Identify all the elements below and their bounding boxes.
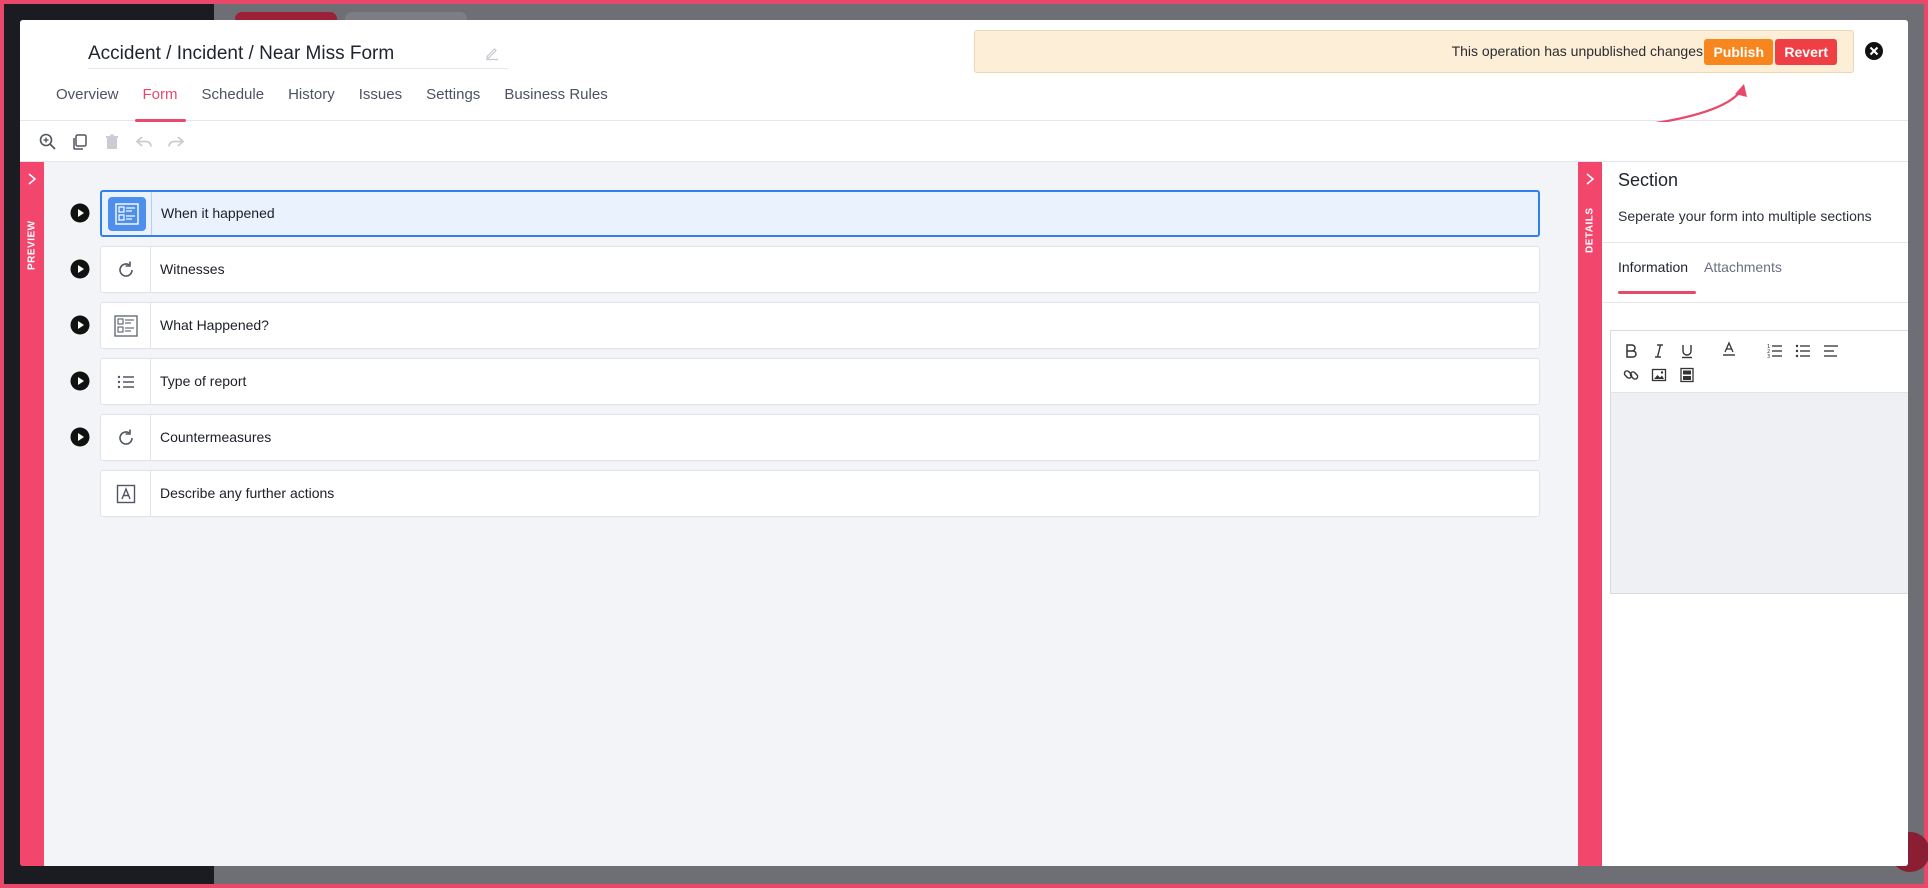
image-icon[interactable] [1651,367,1667,383]
row-label[interactable]: Witnesses [160,261,225,277]
row-label[interactable]: Describe any further actions [160,485,334,501]
tab-settings[interactable]: Settings [414,84,492,122]
publish-button[interactable]: Publish [1704,39,1773,65]
row-icon-box [101,471,151,516]
section-icon [114,202,139,225]
link-icon[interactable] [1623,367,1639,383]
video-icon[interactable] [1679,367,1695,383]
details-panel-toggle[interactable]: DETAILS [1578,162,1602,866]
preview-panel-toggle[interactable]: PREVIEW [20,162,44,866]
editor-format-toolbar: 1 2 3 [1611,331,1908,393]
divider [1602,242,1908,243]
editor-content-area[interactable] [1611,393,1908,593]
row-icon-box [101,303,151,348]
repeat-icon [118,429,133,445]
zoom-in-icon[interactable] [38,132,58,152]
row-icon-box [101,415,151,460]
ordered-list-icon[interactable]: 1 2 3 [1767,343,1783,359]
play-icon[interactable] [70,259,90,279]
revert-button[interactable]: Revert [1775,39,1837,65]
form-editor-modal: Accident / Incident / Near Miss Form Ove… [20,20,1908,866]
form-row-list[interactable]: Type of report [100,358,1540,405]
form-title-field[interactable]: Accident / Incident / Near Miss Form [88,35,508,69]
banner-message: This operation has unpublished changes [1451,43,1703,59]
row-icon-box [101,359,151,404]
form-row-repeat[interactable]: Countermeasures [100,414,1540,461]
play-icon[interactable] [70,315,90,335]
tab-form[interactable]: Form [131,84,190,122]
panel-description: Seperate your form into multiple section… [1618,208,1872,224]
form-title: Accident / Incident / Near Miss Form [88,43,395,64]
play-icon[interactable] [70,203,90,223]
play-icon[interactable] [70,427,90,447]
tab-attachments[interactable]: Attachments [1696,258,1790,294]
italic-icon[interactable] [1651,343,1667,359]
undo-icon[interactable] [134,132,154,152]
tab-issues[interactable]: Issues [347,84,414,122]
row-icon-box [101,247,151,292]
bold-icon[interactable] [1623,343,1639,359]
svg-text:3: 3 [1767,354,1770,359]
tab-history[interactable]: History [276,84,347,122]
panel-title: Section [1618,170,1679,190]
text-color-icon[interactable] [1721,341,1737,357]
row-icon-bg [107,196,146,231]
chevron-right-icon[interactable] [1583,172,1597,186]
form-canvas: When it happened Witnesses What Happened… [44,162,1578,866]
list-icon [117,375,134,388]
tab-schedule[interactable]: Schedule [190,84,277,122]
align-left-icon[interactable] [1823,343,1839,359]
unpublished-banner: This operation has unpublished changes P… [974,30,1854,73]
copy-icon[interactable] [70,132,90,152]
underline-icon[interactable] [1679,343,1695,359]
section-icon [113,314,138,337]
form-row-repeat[interactable]: Witnesses [100,246,1540,293]
form-row-text-field[interactable]: Describe any further actions [100,470,1540,517]
tab-business-rules[interactable]: Business Rules [492,84,619,122]
form-row-section[interactable]: When it happened [100,190,1540,237]
row-icon-box [102,192,152,235]
play-icon[interactable] [70,371,90,391]
form-row-section[interactable]: What Happened? [100,302,1540,349]
text-field-icon [116,484,135,503]
tab-overview[interactable]: Overview [44,84,131,122]
rich-text-editor: 1 2 3 [1610,330,1908,594]
close-icon[interactable] [1864,41,1884,61]
divider [1602,302,1908,303]
chevron-right-icon[interactable] [25,172,39,186]
row-label[interactable]: When it happened [161,205,275,221]
panel-tabs: Information Attachments [1610,258,1790,294]
repeat-icon [118,261,133,277]
bullet-list-icon[interactable] [1795,343,1811,359]
pencil-icon[interactable] [484,45,500,61]
details-label: DETAILS [1584,207,1596,253]
modal-header: Accident / Incident / Near Miss Form Ove… [20,20,1908,122]
redo-icon[interactable] [166,132,186,152]
main-tabs: Overview Form Schedule History Issues Se… [44,84,620,122]
trash-icon[interactable] [102,132,122,152]
tab-information[interactable]: Information [1610,258,1697,294]
row-label[interactable]: Countermeasures [160,429,271,445]
row-label[interactable]: Type of report [160,373,246,389]
editor-toolbar [20,122,1908,162]
row-label[interactable]: What Happened? [160,317,269,333]
details-panel: Section Seperate your form into multiple… [1602,162,1908,866]
preview-label: PREVIEW [26,220,38,270]
